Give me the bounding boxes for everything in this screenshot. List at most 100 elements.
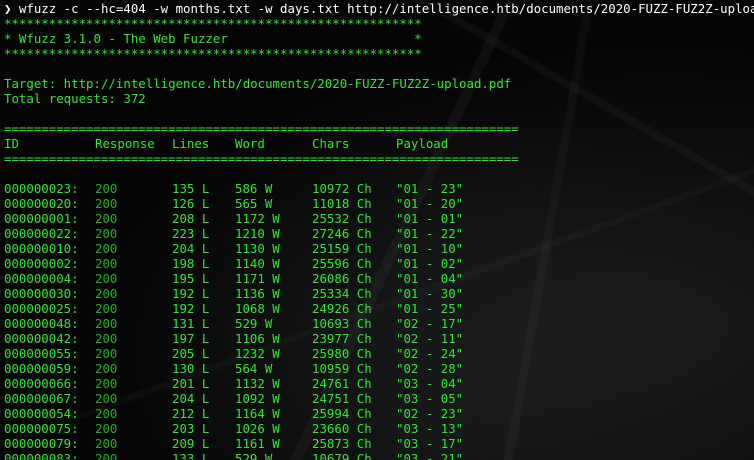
row-chars: 24926 Ch xyxy=(312,301,372,316)
row-id: 000000048: xyxy=(4,316,79,331)
row-lines: 205 L xyxy=(172,346,210,361)
row-chars: 25980 Ch xyxy=(312,346,372,361)
row-lines: 223 L xyxy=(172,226,210,241)
row-lines: 133 L xyxy=(172,451,210,460)
row-payload: "03 - 13" xyxy=(396,421,464,436)
row-chars: 26086 Ch xyxy=(312,271,372,286)
table-row: 000000042: 200 197 L 1106 W 23977 Ch "02 - 11… xyxy=(4,331,744,346)
row-lines: 195 L xyxy=(172,271,210,286)
row-payload: "01 - 04" xyxy=(396,271,464,286)
row-response: 200 xyxy=(95,211,118,226)
row-id: 000000066: xyxy=(4,376,79,391)
row-chars: 25596 Ch xyxy=(312,256,372,271)
row-word: 1106 W xyxy=(235,331,280,346)
row-id: 000000023: xyxy=(4,181,79,196)
row-response: 200 xyxy=(95,271,118,286)
header-payload: Payload xyxy=(396,136,449,151)
table-row: 000000002: 200 198 L 1140 W 25596 Ch "01 - 02… xyxy=(4,256,744,271)
table-row: 000000020: 200 126 L 565 W 11018 Ch "01 - 20" xyxy=(4,196,744,211)
row-id: 000000020: xyxy=(4,196,79,211)
table-row: 000000075: 200 203 L 1026 W 23660 Ch "03 - 13… xyxy=(4,421,744,436)
row-response: 200 xyxy=(95,346,118,361)
row-chars: 25532 Ch xyxy=(312,211,372,226)
row-response: 200 xyxy=(95,301,118,316)
row-word: 1161 W xyxy=(235,436,280,451)
row-word: 1171 W xyxy=(235,271,280,286)
command-line: ❯ wfuzz -c --hc=404 -w months.txt -w day… xyxy=(4,1,754,16)
row-word: 586 W xyxy=(235,181,273,196)
row-word: 1136 W xyxy=(235,286,280,301)
row-response: 200 xyxy=(95,436,118,451)
row-lines: 204 L xyxy=(172,241,210,256)
row-payload: "03 - 05" xyxy=(396,391,464,406)
row-response: 200 xyxy=(95,391,118,406)
row-chars: 10693 Ch xyxy=(312,316,372,331)
row-response: 200 xyxy=(95,181,118,196)
row-word: 565 W xyxy=(235,196,273,211)
row-id: 000000030: xyxy=(4,286,79,301)
row-payload: "01 - 10" xyxy=(396,241,464,256)
row-word: 1140 W xyxy=(235,256,280,271)
row-lines: 131 L xyxy=(172,316,210,331)
table-row: 000000001: 200 208 L 1172 W 25532 Ch "01 - 01… xyxy=(4,211,744,226)
table-row: 000000004: 200 195 L 1171 W 26086 Ch "01 - 04… xyxy=(4,271,744,286)
row-lines: 197 L xyxy=(172,331,210,346)
row-payload: "01 - 02" xyxy=(396,256,464,271)
row-id: 000000025: xyxy=(4,301,79,316)
table-row: 000000022: 200 223 L 1210 W 27246 Ch "01 - 22… xyxy=(4,226,744,241)
row-payload: "01 - 20" xyxy=(396,196,464,211)
row-word: 529 W xyxy=(235,316,273,331)
row-id: 000000055: xyxy=(4,346,79,361)
header-lines: Lines xyxy=(172,136,210,151)
row-id: 000000004: xyxy=(4,271,79,286)
row-chars: 25994 Ch xyxy=(312,406,372,421)
row-payload: "01 - 22" xyxy=(396,226,464,241)
command-text: wfuzz -c --hc=404 -w months.txt -w days.… xyxy=(11,1,754,16)
row-id: 000000059: xyxy=(4,361,79,376)
row-word: 1092 W xyxy=(235,391,280,406)
table-row: 000000059: 200 130 L 564 W 10959 Ch "02 - 28" xyxy=(4,361,744,376)
row-chars: 10679 Ch xyxy=(312,451,372,460)
row-response: 200 xyxy=(95,256,118,271)
row-lines: 212 L xyxy=(172,406,210,421)
row-lines: 192 L xyxy=(172,301,210,316)
row-lines: 201 L xyxy=(172,376,210,391)
row-word: 529 W xyxy=(235,451,273,460)
row-chars: 11018 Ch xyxy=(312,196,372,211)
table-row: 000000079: 200 209 L 1161 W 25873 Ch "03 - 17… xyxy=(4,436,744,451)
row-word: 1172 W xyxy=(235,211,280,226)
row-word: 1132 W xyxy=(235,376,280,391)
row-word: 1026 W xyxy=(235,421,280,436)
row-payload: "03 - 17" xyxy=(396,436,464,451)
row-chars: 10972 Ch xyxy=(312,181,372,196)
row-response: 200 xyxy=(95,406,118,421)
row-chars: 25159 Ch xyxy=(312,241,372,256)
row-payload: "03 - 21" xyxy=(396,451,464,460)
terminal-window[interactable]: ❯ wfuzz -c --hc=404 -w months.txt -w day… xyxy=(0,0,754,460)
row-chars: 10959 Ch xyxy=(312,361,372,376)
row-chars: 25873 Ch xyxy=(312,436,372,451)
row-chars: 23977 Ch xyxy=(312,331,372,346)
row-id: 000000075: xyxy=(4,421,79,436)
row-response: 200 xyxy=(95,226,118,241)
table-row: 000000025: 200 192 L 1068 W 24926 Ch "01 - 25… xyxy=(4,301,744,316)
table-row: 000000010: 200 204 L 1130 W 25159 Ch "01 - 10… xyxy=(4,241,744,256)
row-payload: "01 - 25" xyxy=(396,301,464,316)
row-lines: 198 L xyxy=(172,256,210,271)
row-response: 200 xyxy=(95,376,118,391)
row-response: 200 xyxy=(95,286,118,301)
row-response: 200 xyxy=(95,331,118,346)
row-lines: 130 L xyxy=(172,361,210,376)
total-requests-line: Total requests: 372 xyxy=(4,91,146,106)
row-response: 200 xyxy=(95,361,118,376)
table-rule-bottom: ========================================… xyxy=(4,151,519,166)
row-id: 000000067: xyxy=(4,391,79,406)
row-id: 000000054: xyxy=(4,406,79,421)
row-payload: "02 - 11" xyxy=(396,331,464,346)
table-header: ID Response Lines Word Chars Payload xyxy=(4,136,744,151)
row-id: 000000083: xyxy=(4,451,79,460)
row-response: 200 xyxy=(95,451,118,460)
row-response: 200 xyxy=(95,421,118,436)
row-chars: 24751 Ch xyxy=(312,391,372,406)
row-payload: "02 - 28" xyxy=(396,361,464,376)
